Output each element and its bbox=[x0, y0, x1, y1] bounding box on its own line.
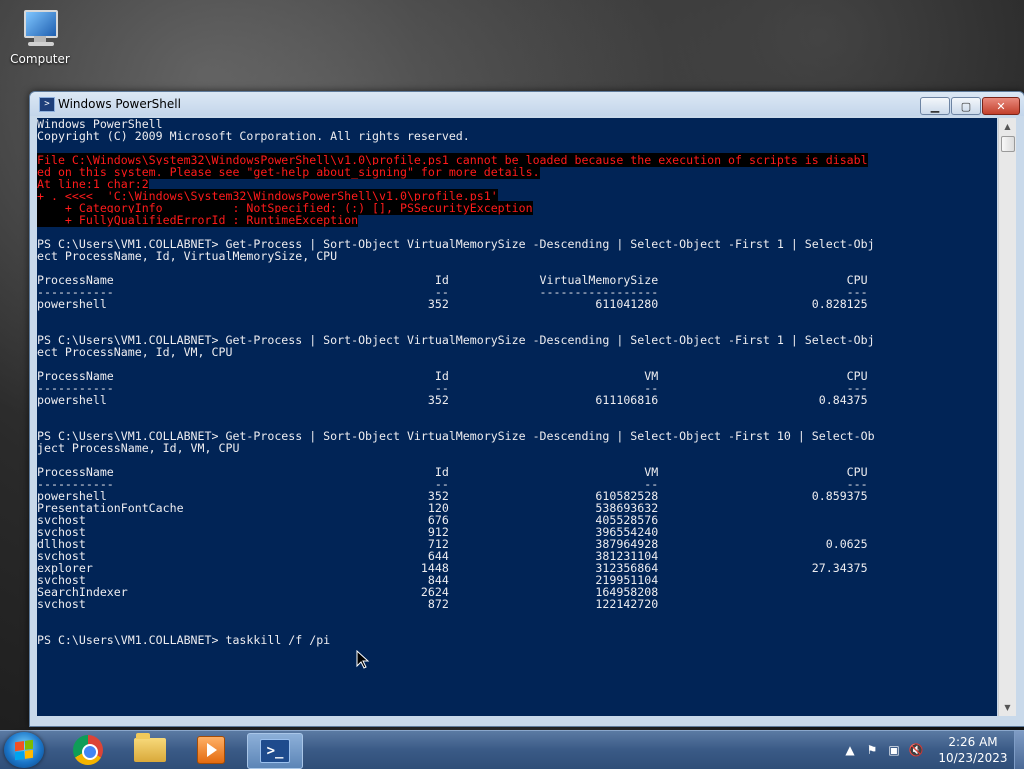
windows-logo-icon bbox=[15, 739, 33, 761]
command-line: ect ProcessName, Id, VM, CPU bbox=[37, 345, 233, 359]
result-table: ProcessName Id VirtualMemorySize CPU ----… bbox=[37, 274, 997, 310]
console-output[interactable]: Windows PowerShell Copyright (C) 2009 Mi… bbox=[37, 118, 997, 716]
desktop-icon-label: Computer bbox=[10, 52, 70, 66]
network-icon[interactable]: ▣ bbox=[886, 742, 902, 758]
close-button[interactable]: ✕ bbox=[982, 97, 1020, 115]
taskbar: >_ ▲ ⚑ ▣ 🔇 2:26 AM 10/23/2023 bbox=[0, 730, 1024, 769]
vertical-scrollbar[interactable]: ▲ ▼ bbox=[998, 118, 1016, 716]
maximize-icon: ▢ bbox=[960, 99, 972, 113]
command-line: ject ProcessName, Id, VM, CPU bbox=[37, 441, 240, 455]
explorer-folder-icon bbox=[134, 733, 166, 762]
table-row: svchost 872 122142720 bbox=[37, 597, 868, 611]
mouse-cursor-icon bbox=[356, 650, 370, 669]
error-line: ed on this system. Please see "get-help … bbox=[37, 165, 540, 179]
clock-date: 10/23/2023 bbox=[938, 751, 1008, 765]
taskbar-chrome[interactable] bbox=[61, 733, 115, 767]
powershell-icon: > bbox=[39, 97, 55, 112]
action-center-flag-icon[interactable]: ⚑ bbox=[864, 742, 880, 758]
show-hidden-icons-icon[interactable]: ▲ bbox=[842, 742, 858, 758]
table-row: powershell 352 611041280 0.828125 bbox=[37, 297, 868, 311]
window-title: Windows PowerShell bbox=[58, 97, 181, 111]
window-titlebar[interactable]: > Windows PowerShell ▁ ▢ ✕ bbox=[30, 92, 1024, 116]
powershell-window[interactable]: > Windows PowerShell ▁ ▢ ✕ Windows Power… bbox=[29, 91, 1024, 727]
scroll-up-icon[interactable]: ▲ bbox=[999, 118, 1016, 135]
start-button[interactable] bbox=[4, 732, 44, 768]
command-input-line[interactable]: PS C:\Users\VM1.COLLABNET> taskkill /f /… bbox=[37, 634, 997, 646]
show-desktop-button[interactable] bbox=[1014, 731, 1024, 769]
scroll-down-icon[interactable]: ▼ bbox=[999, 699, 1016, 716]
command-line: ect ProcessName, Id, VirtualMemorySize, … bbox=[37, 249, 338, 263]
powershell-icon: >_ bbox=[260, 739, 290, 763]
taskbar-powershell[interactable]: >_ bbox=[247, 733, 303, 769]
result-table: ProcessName Id VM CPU ----------- -- -- … bbox=[37, 370, 997, 406]
minimize-button[interactable]: ▁ bbox=[920, 97, 950, 115]
minimize-icon: ▁ bbox=[930, 99, 940, 113]
table-row: powershell 352 611106816 0.84375 bbox=[37, 393, 868, 407]
clock[interactable]: 2:26 AM 10/23/2023 bbox=[935, 734, 1011, 766]
scroll-thumb[interactable] bbox=[1001, 136, 1015, 152]
desktop-icon-computer[interactable]: Computer bbox=[8, 8, 72, 66]
close-icon: ✕ bbox=[996, 99, 1006, 113]
media-player-icon bbox=[197, 736, 225, 764]
error-line: + FullyQualifiedErrorId : RuntimeExcepti… bbox=[37, 213, 359, 227]
clock-time: 2:26 AM bbox=[948, 735, 998, 749]
maximize-button[interactable]: ▢ bbox=[951, 97, 981, 115]
taskbar-explorer[interactable] bbox=[123, 733, 177, 767]
system-tray: ▲ ⚑ ▣ 🔇 bbox=[842, 731, 924, 769]
chrome-icon bbox=[73, 735, 103, 765]
computer-icon bbox=[20, 8, 60, 48]
taskbar-media-player[interactable] bbox=[184, 733, 238, 767]
volume-muted-icon[interactable]: 🔇 bbox=[908, 742, 924, 758]
result-table: ProcessName Id VM CPU ----------- -- -- … bbox=[37, 466, 997, 610]
console-line: Copyright (C) 2009 Microsoft Corporation… bbox=[37, 129, 470, 143]
